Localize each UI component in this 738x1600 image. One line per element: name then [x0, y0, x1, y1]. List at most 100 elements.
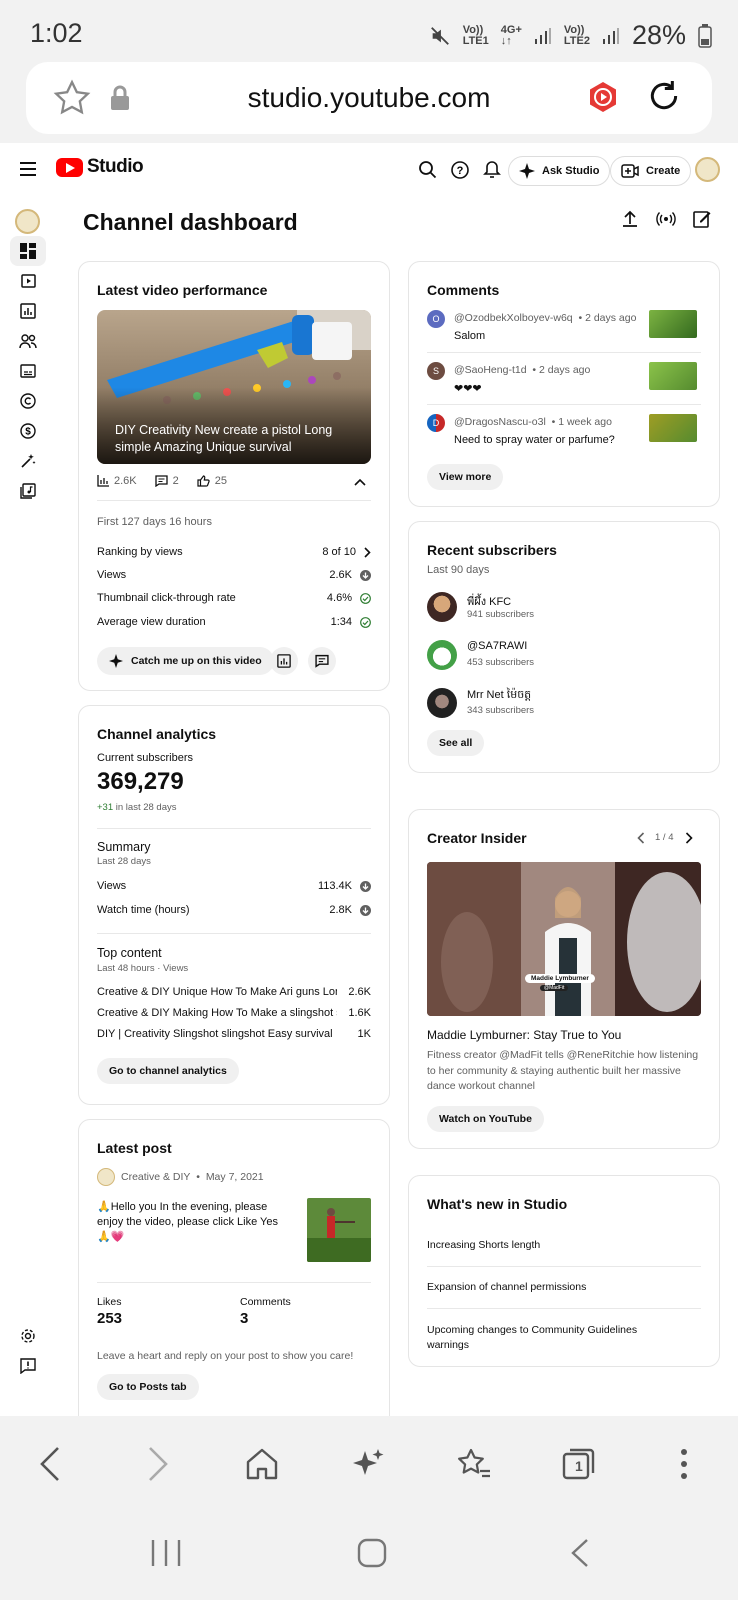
sparkles-icon [353, 1449, 384, 1475]
help-icon[interactable]: ? [450, 160, 470, 180]
forward-button[interactable] [138, 1444, 178, 1484]
video-thumbnail[interactable]: DIY Creativity New create a pistol Long … [97, 310, 371, 464]
nav-dashboard[interactable] [10, 236, 46, 266]
nav-community[interactable] [10, 326, 46, 356]
subscriber-count: 453 subscribers [467, 657, 535, 668]
subscribers-period: Last 90 days [427, 564, 490, 576]
bookmarks-button[interactable] [454, 1444, 494, 1484]
account-avatar[interactable] [695, 157, 720, 182]
nav-feedback[interactable] [10, 1351, 46, 1381]
catch-me-up-button[interactable]: Catch me up on this video [97, 647, 274, 675]
menu-icon[interactable] [20, 162, 36, 176]
nav-subtitles[interactable] [10, 356, 46, 386]
comments-count: 3 [240, 1310, 249, 1327]
tabs-button[interactable]: 1 [558, 1444, 598, 1484]
divider [97, 933, 371, 934]
browser-url-bar[interactable]: studio.youtube.com [26, 62, 712, 134]
battery-percent: 28% [631, 20, 686, 50]
whats-new-item[interactable]: Expansion of channel permissions [427, 1281, 586, 1293]
video-stats: 2.6K 2 25 [97, 475, 227, 487]
studio-logo[interactable]: Studio [56, 156, 144, 178]
comment-video-thumbnail[interactable] [649, 414, 697, 442]
top-content-row[interactable]: Creative & DIY Unique How To Make Ari gu… [97, 986, 371, 998]
channel-analytics-card: Channel analytics Current subscribers 36… [78, 705, 390, 1105]
magic-wand-icon [21, 454, 36, 468]
comment-video-thumbnail[interactable] [649, 310, 697, 338]
top-content-row[interactable]: DIY | Creativity Slingshot slingshot Eas… [97, 1028, 371, 1040]
nav-content[interactable] [10, 266, 46, 296]
ctr-row: Thumbnail click-through rate 4.6% [97, 592, 371, 604]
chevron-right-icon[interactable] [685, 832, 693, 844]
comment-icon [315, 654, 329, 668]
ai-assistant-button[interactable] [348, 1444, 388, 1484]
recent-subscribers-card: Recent subscribers Last 90 days พี่ผึ้ง … [408, 521, 720, 773]
commenter-avatar: S [427, 362, 445, 380]
page-title: Channel dashboard [83, 209, 298, 235]
go-to-posts-button[interactable]: Go to Posts tab [97, 1374, 199, 1400]
go-to-analytics-button[interactable]: Go to channel analytics [97, 1058, 239, 1084]
home-button[interactable] [242, 1444, 282, 1484]
edit-post-icon[interactable] [692, 209, 712, 229]
view-more-button[interactable]: View more [427, 464, 504, 490]
likes-count: 253 [97, 1310, 123, 1327]
post-text: 🙏Hello you In the evening, please enjoy … [97, 1201, 279, 1243]
video-comments-button[interactable] [308, 647, 336, 675]
insider-video-thumbnail[interactable]: Maddie Lymburner @MadFit [427, 862, 701, 1016]
card-title: Latest post [97, 1140, 172, 1156]
gear-icon [21, 1329, 35, 1343]
card-title: Creator Insider [427, 830, 527, 846]
arrow-down-circle-icon [360, 904, 371, 916]
card-title: Latest video performance [97, 282, 268, 298]
nav-customization[interactable] [10, 446, 46, 476]
youtube-logo-icon [56, 157, 83, 177]
check-circle-icon [360, 592, 371, 604]
collapse-chevron-icon[interactable] [354, 478, 366, 486]
top-content-row[interactable]: Creative & DIY Making How To Make a slin… [97, 1007, 371, 1019]
studio-header: Studio ? Ask Studio Create [0, 143, 738, 199]
ask-studio-button[interactable]: Ask Studio [508, 156, 611, 186]
subtitles-icon [20, 364, 36, 378]
search-icon[interactable] [418, 160, 438, 180]
nav-audio-library[interactable] [10, 476, 46, 506]
comment-video-thumbnail[interactable] [649, 362, 697, 390]
latest-video-card: Latest video performance DIY Creativity … [78, 261, 390, 691]
channel-avatar[interactable] [15, 209, 40, 234]
video-analytics-button[interactable] [270, 647, 298, 675]
commenter-avatar: D [427, 414, 445, 432]
notifications-bell-icon[interactable] [482, 160, 502, 180]
ranking-row[interactable]: Ranking by views 8 of 10 [97, 546, 371, 558]
nav-copyright[interactable] [10, 386, 46, 416]
dashboard-icon [20, 243, 36, 259]
system-back-icon[interactable] [570, 1538, 590, 1568]
reload-icon[interactable] [644, 76, 684, 116]
watch-on-youtube-button[interactable]: Watch on YouTube [427, 1106, 544, 1132]
insider-thumbnail-image [427, 862, 701, 1016]
divider [427, 404, 701, 405]
video-period: First 127 days 16 hours [97, 516, 212, 528]
check-circle-icon [360, 616, 371, 628]
nav-analytics[interactable] [10, 296, 46, 326]
recent-apps-icon[interactable] [150, 1538, 182, 1568]
arrow-down-circle-icon [360, 880, 371, 892]
whats-new-item[interactable]: Upcoming changes to Community Guidelines… [427, 1323, 657, 1353]
nav-earn[interactable]: $ [10, 416, 46, 446]
thumbs-up-icon [197, 475, 210, 487]
browser-toolbar: 1 [0, 1416, 738, 1508]
post-image[interactable] [307, 1198, 371, 1262]
youtube-app-icon[interactable] [586, 80, 620, 114]
feedback-icon [20, 1358, 36, 1374]
upload-icon[interactable] [620, 209, 640, 229]
see-all-button[interactable]: See all [427, 730, 485, 756]
whats-new-card: What's new in Studio Increasing Shorts l… [408, 1175, 720, 1367]
back-button[interactable] [30, 1444, 70, 1484]
subscriber-name: @SA7RAWI [467, 640, 528, 652]
creator-insider-card: Creator Insider 1 / 4 Maddie Lymburner @… [408, 809, 720, 1149]
create-button[interactable]: Create [610, 156, 692, 186]
more-menu-button[interactable] [664, 1444, 704, 1484]
nav-settings[interactable] [10, 1321, 46, 1351]
home-circle-icon[interactable] [357, 1538, 387, 1568]
whats-new-item[interactable]: Increasing Shorts length [427, 1239, 540, 1251]
live-icon[interactable] [656, 209, 676, 229]
chevron-left-icon[interactable] [637, 832, 645, 844]
subscribers-label: Current subscribers [97, 752, 193, 764]
